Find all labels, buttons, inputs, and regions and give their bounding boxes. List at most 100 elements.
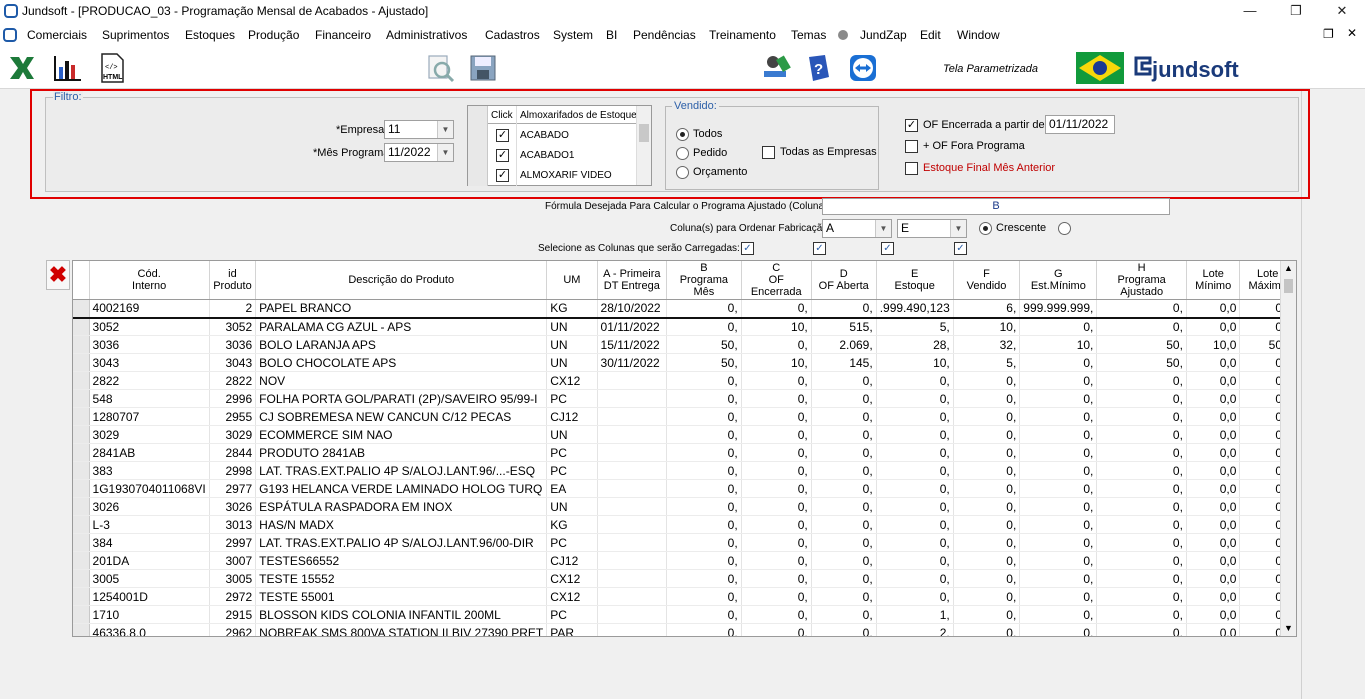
table-cell[interactable]: 5, bbox=[953, 353, 1021, 372]
table-cell[interactable]: 0, bbox=[666, 389, 742, 408]
column-header[interactable]: Cód. Interno bbox=[89, 261, 210, 300]
table-row[interactable]: 3005 3005 TESTE 15552 CX12 0, 0, 0, 0, 0, 0, 0, 0,0… bbox=[73, 569, 1296, 588]
table-cell[interactable]: 0, bbox=[666, 299, 742, 319]
row-selector[interactable] bbox=[73, 569, 90, 588]
table-cell[interactable]: 0, bbox=[811, 623, 877, 636]
table-cell[interactable]: 0, bbox=[1096, 551, 1187, 570]
table-cell[interactable]: BOLO CHOCOLATE APS bbox=[255, 353, 548, 372]
table-cell[interactable]: 0, bbox=[1096, 515, 1187, 534]
row-selector[interactable] bbox=[73, 623, 90, 636]
table-cell[interactable]: 3052 bbox=[209, 317, 257, 336]
table-cell[interactable]: TESTE 15552 bbox=[255, 569, 548, 588]
table-cell[interactable]: 1254001D bbox=[89, 587, 210, 606]
table-cell[interactable]: 0, bbox=[811, 605, 877, 624]
column-header[interactable]: id Produto bbox=[209, 261, 257, 300]
table-cell[interactable]: 0, bbox=[1019, 569, 1098, 588]
close-window-button[interactable]: ✕ bbox=[1319, 0, 1365, 23]
table-cell[interactable]: 0, bbox=[741, 299, 812, 319]
help-book-icon[interactable]: ? bbox=[803, 53, 833, 83]
table-cell[interactable]: 0, bbox=[1019, 587, 1098, 606]
table-cell[interactable]: 0, bbox=[1096, 317, 1187, 336]
table-cell[interactable]: 0, bbox=[876, 533, 954, 552]
table-cell[interactable]: 0, bbox=[1019, 461, 1098, 480]
table-cell[interactable]: 0, bbox=[666, 461, 742, 480]
table-cell[interactable]: 201DA bbox=[89, 551, 210, 570]
table-cell[interactable]: 0, bbox=[876, 515, 954, 534]
mdi-restore-button[interactable]: ❐ bbox=[1323, 27, 1334, 41]
column-checkbox-1[interactable]: ✓ bbox=[741, 242, 754, 255]
table-cell[interactable]: 10, bbox=[1019, 335, 1098, 354]
table-cell[interactable]: 1, bbox=[876, 605, 954, 624]
table-cell[interactable]: CJ12 bbox=[546, 551, 598, 570]
table-cell[interactable]: 0, bbox=[811, 533, 877, 552]
table-cell[interactable]: 0, bbox=[953, 551, 1021, 570]
table-cell[interactable]: PARALAMA CG AZUL - APS bbox=[255, 317, 548, 336]
table-cell[interactable]: 0, bbox=[1096, 425, 1187, 444]
table-cell[interactable]: G193 HELANCA VERDE LAMINADO HOLOG TURQ bbox=[255, 479, 548, 498]
table-cell[interactable]: TESTES66552 bbox=[255, 551, 548, 570]
table-cell[interactable]: 5, bbox=[876, 317, 954, 336]
menu-treinamento[interactable]: Treinamento bbox=[709, 28, 776, 42]
table-cell[interactable]: 0, bbox=[1019, 551, 1098, 570]
table-cell[interactable]: 0, bbox=[1019, 389, 1098, 408]
table-cell[interactable]: 0, bbox=[741, 443, 812, 462]
table-cell[interactable]: 0, bbox=[811, 389, 877, 408]
scroll-thumb[interactable] bbox=[1284, 279, 1293, 293]
table-cell[interactable]: 3005 bbox=[89, 569, 210, 588]
row-selector[interactable] bbox=[73, 353, 90, 372]
table-cell[interactable]: CX12 bbox=[546, 587, 598, 606]
table-cell[interactable]: NOV bbox=[255, 371, 548, 390]
table-cell[interactable]: 0, bbox=[1019, 353, 1098, 372]
table-cell[interactable]: 2977 bbox=[209, 479, 257, 498]
scroll-up-icon[interactable]: ▲ bbox=[1284, 263, 1293, 273]
table-cell[interactable]: 0, bbox=[811, 461, 877, 480]
table-cell[interactable]: KG bbox=[546, 299, 598, 319]
table-cell[interactable]: 0, bbox=[666, 497, 742, 516]
table-cell[interactable]: 0, bbox=[1019, 497, 1098, 516]
table-cell[interactable]: 0,0 bbox=[1186, 299, 1241, 319]
table-cell[interactable]: 0, bbox=[811, 407, 877, 426]
table-cell[interactable]: PC bbox=[546, 389, 598, 408]
table-row[interactable]: L-33013HAS/N MADXKG0,0,0,0,0,0,0,0,00,0 bbox=[73, 515, 1296, 534]
table-cell[interactable]: 0, bbox=[953, 407, 1021, 426]
table-cell[interactable]: 0,0 bbox=[1186, 479, 1241, 498]
table-cell[interactable]: CJ12 bbox=[546, 407, 598, 426]
table-cell[interactable]: 0, bbox=[953, 371, 1021, 390]
table-cell[interactable]: 0,0 bbox=[1186, 371, 1241, 390]
row-selector[interactable] bbox=[73, 299, 90, 319]
mdi-close-button[interactable]: ✕ bbox=[1347, 26, 1357, 40]
row-selector[interactable] bbox=[73, 479, 90, 498]
table-cell[interactable]: PC bbox=[546, 461, 598, 480]
table-cell[interactable]: 515, bbox=[811, 317, 877, 336]
table-cell[interactable]: 0, bbox=[1096, 569, 1187, 588]
column-checkbox-2[interactable]: ✓ bbox=[813, 242, 826, 255]
table-cell[interactable]: 10, bbox=[741, 353, 812, 372]
table-cell[interactable]: 2844 bbox=[209, 443, 257, 462]
row-selector[interactable] bbox=[73, 461, 90, 480]
table-cell[interactable]: 0, bbox=[811, 299, 877, 319]
table-cell[interactable]: 50, bbox=[666, 335, 742, 354]
table-cell[interactable]: PAR bbox=[546, 623, 598, 636]
table-cell[interactable]: 2 bbox=[209, 299, 257, 319]
table-cell[interactable]: 0, bbox=[666, 605, 742, 624]
table-cell[interactable]: 1280707 bbox=[89, 407, 210, 426]
table-cell[interactable]: 0,0 bbox=[1186, 605, 1241, 624]
table-cell[interactable]: UN bbox=[546, 353, 598, 372]
table-cell[interactable]: 0, bbox=[876, 407, 954, 426]
table-row[interactable]: 1280707 2955 CJ SOBREMESA NEW CANCUN C/12 … bbox=[73, 407, 1296, 426]
column-header[interactable]: E Estoque bbox=[876, 261, 954, 300]
table-cell[interactable]: PC bbox=[546, 443, 598, 462]
table-row[interactable]: 3036 3036 BOLO LARANJA APS UN 15/11/2022 50, 0… bbox=[73, 335, 1296, 354]
table-cell[interactable]: 3036 bbox=[89, 335, 210, 354]
table-cell[interactable]: BLOSSON KIDS COLONIA INFANTIL 200ML bbox=[255, 605, 548, 624]
table-cell[interactable]: 0, bbox=[811, 551, 877, 570]
table-cell[interactable]: 0, bbox=[876, 389, 954, 408]
ordenar-coluna-2-select[interactable]: E ▼ bbox=[897, 219, 967, 238]
table-cell[interactable]: 28, bbox=[876, 335, 954, 354]
table-cell[interactable]: 0, bbox=[953, 443, 1021, 462]
table-cell[interactable]: 10, bbox=[876, 353, 954, 372]
table-cell[interactable]: 2997 bbox=[209, 533, 257, 552]
table-cell[interactable]: 0, bbox=[1019, 407, 1098, 426]
html-export-icon[interactable]: </> HTML bbox=[97, 53, 127, 83]
table-row[interactable]: 1710 2915 BLOSSON KIDS COLONIA INFANTIL 20… bbox=[73, 605, 1296, 624]
